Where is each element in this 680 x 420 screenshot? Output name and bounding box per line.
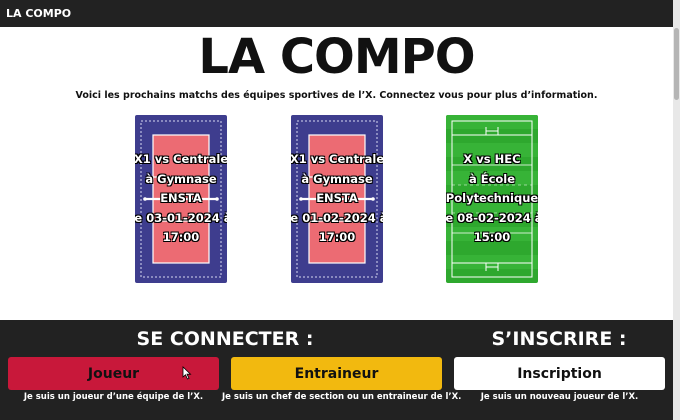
match-line: à Gymnase (301, 171, 373, 186)
match-line: X vs HEC (463, 152, 521, 167)
match-line: 17:00 (162, 230, 200, 245)
coach-login-button[interactable]: Entraineur (231, 357, 442, 390)
player-caption: Je suis un joueur d’une équipe de l’X. (23, 392, 204, 402)
page-title: LA COMPO (198, 29, 475, 85)
match-info: X1 vs Centrale à Gymnase ENSTA le 03-01-… (135, 115, 227, 283)
match-line: X1 vs Centrale (291, 152, 383, 167)
match-line: le 03-01-2024 à (135, 210, 227, 225)
match-info: X vs HEC à École Polytechnique le 08-02-… (446, 115, 538, 283)
mouse-pointer-icon (182, 366, 192, 380)
match-line: Polytechnique (446, 191, 538, 206)
match-line: X1 vs Centrale (135, 152, 227, 167)
top-navbar: LA COMPO (0, 0, 673, 27)
match-line: à École (468, 171, 516, 186)
match-line: 15:00 (473, 230, 511, 245)
page-subtitle: Voici les prochains matchs des équipes s… (75, 90, 598, 101)
match-card[interactable]: X1 vs Centrale à Gymnase ENSTA le 01-02-… (291, 115, 383, 283)
match-card[interactable]: X1 vs Centrale à Gymnase ENSTA le 03-01-… (135, 115, 227, 283)
coach-caption: Je suis un chef de section ou un entrain… (222, 392, 462, 402)
match-info: X1 vs Centrale à Gymnase ENSTA le 01-02-… (291, 115, 383, 283)
match-line: ENSTA (160, 191, 202, 206)
scrollbar[interactable] (673, 0, 680, 420)
match-line: 17:00 (318, 230, 356, 245)
brand-link[interactable]: LA COMPO (6, 7, 71, 20)
signup-heading: S’INSCRIRE : (491, 328, 627, 350)
signup-button[interactable]: Inscription (454, 357, 665, 390)
match-line: le 08-02-2024 à (446, 210, 538, 225)
match-line: ENSTA (316, 191, 358, 206)
scrollbar-thumb[interactable] (674, 28, 679, 100)
login-heading: SE CONNECTER : (136, 328, 314, 350)
match-line: à Gymnase (145, 171, 217, 186)
match-line: le 01-02-2024 à (291, 210, 383, 225)
signup-caption: Je suis un nouveau joueur de l’X. (480, 392, 639, 402)
match-card[interactable]: X vs HEC à École Polytechnique le 08-02-… (446, 115, 538, 283)
